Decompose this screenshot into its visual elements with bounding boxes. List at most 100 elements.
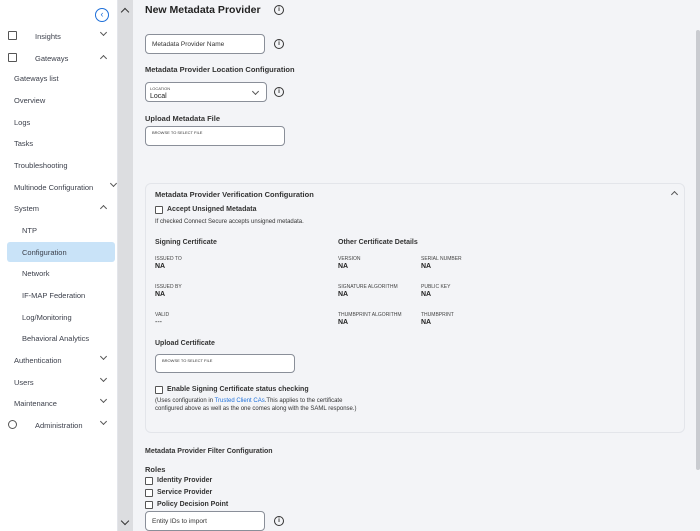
uses-config-line2: configured above as well as the one come… (155, 406, 357, 412)
sidebar-item-system[interactable]: System (0, 198, 117, 218)
main-scrollbar[interactable] (696, 30, 700, 470)
chevron-down-icon (109, 179, 117, 188)
sidebar-item-administration[interactable]: Administration (0, 415, 117, 435)
sidebar-item-label: Users (14, 377, 34, 387)
sidebar-item-multinode[interactable]: Multinode Configuration (0, 177, 117, 197)
info-icon[interactable]: i (274, 516, 284, 526)
upload-cert-heading: Upload Certificate (155, 340, 215, 347)
sidebar-item-label: Maintenance (14, 398, 57, 408)
sidebar-item-label: Network (22, 268, 50, 278)
role-pdp-label: Policy Decision Point (157, 501, 229, 508)
sidebar-item-behavioral-analytics[interactable]: Behavioral Analytics (0, 328, 117, 348)
role-identity-label: Identity Provider (157, 477, 213, 484)
enable-status-checkbox[interactable] (155, 386, 163, 394)
sidebar-item-tasks[interactable]: Tasks (0, 133, 117, 153)
sidebar: ‹ Insights Gateways Gateways list Overvi… (0, 0, 118, 531)
info-icon[interactable]: i (274, 87, 284, 97)
sidebar-item-label: NTP (22, 225, 37, 235)
uses-config-text: (Uses configuration in Trusted Client CA… (155, 398, 342, 404)
info-icon[interactable]: i (274, 5, 284, 15)
browse-cert-field[interactable]: BROWSE TO SELECT FILE (155, 354, 295, 373)
issued-to-value: NA (155, 263, 166, 270)
accept-unsigned-checkbox[interactable] (155, 206, 163, 214)
valid-label: VALID (155, 312, 170, 318)
enable-status-label: Enable Signing Certificate status checki… (167, 386, 309, 393)
sidebar-item-logs[interactable]: Logs (0, 112, 117, 132)
sig-alg-value: NA (338, 291, 349, 298)
public-key-value: NA (421, 291, 432, 298)
sidebar-item-label: Tasks (14, 138, 34, 148)
chevron-down-icon (99, 374, 108, 383)
scroll-down-icon[interactable] (120, 516, 130, 526)
sidebar-item-log-monitoring[interactable]: Log/Monitoring (0, 307, 117, 327)
users-icon (8, 420, 17, 429)
sidebar-item-label: Overview (14, 95, 46, 105)
public-key-label: PUBLIC KEY (421, 284, 451, 290)
scroll-up-icon[interactable] (120, 7, 130, 17)
filter-config-heading: Metadata Provider Filter Configuration (145, 448, 273, 455)
role-service-label: Service Provider (157, 489, 213, 496)
sidebar-item-ntp[interactable]: NTP (0, 220, 117, 240)
sidebar-item-label: Insights (35, 31, 61, 41)
browse-metadata-field[interactable]: BROWSE TO SELECT FILE (145, 126, 285, 146)
sidebar-item-label: Gateways (35, 53, 69, 63)
signing-cert-heading: Signing Certificate (155, 239, 217, 246)
uses-config-prefix: (Uses configuration in (155, 398, 215, 404)
sidebar-item-label: Gateways list (14, 73, 59, 83)
version-value: NA (338, 263, 349, 270)
role-pdp-checkbox[interactable] (145, 501, 153, 509)
location-config-heading: Metadata Provider Location Configuration (145, 65, 295, 74)
sidebar-item-gateways[interactable]: Gateways (0, 48, 117, 68)
sidebar-item-label: Log/Monitoring (22, 312, 72, 322)
role-identity-checkbox[interactable] (145, 477, 153, 485)
accept-unsigned-label: Accept Unsigned Metadata (167, 206, 257, 213)
sidebar-item-configuration[interactable]: Configuration (7, 242, 115, 262)
sidebar-item-gateways-list[interactable]: Gateways list (0, 68, 117, 88)
sidebar-item-ifmap[interactable]: IF-MAP Federation (0, 285, 117, 305)
issued-by-value: NA (155, 291, 166, 298)
chevron-up-icon (99, 204, 108, 213)
sidebar-item-label: Multinode Configuration (14, 182, 94, 192)
uses-config-suffix: .This applies to the certificate (264, 398, 343, 404)
monitor-icon (8, 31, 17, 40)
upload-metadata-heading: Upload Metadata File (145, 114, 221, 123)
sidebar-item-overview[interactable]: Overview (0, 90, 117, 110)
info-icon[interactable]: i (274, 39, 284, 49)
thumb-alg-value: NA (338, 319, 349, 326)
roles-heading: Roles (145, 465, 166, 474)
sidebar-item-label: Authentication (14, 355, 62, 365)
location-select[interactable]: LOCATION Local (145, 82, 267, 102)
entity-ids-field[interactable]: Entity IDs to import (145, 511, 265, 531)
chevron-down-icon (251, 87, 260, 96)
valid-value: --- (155, 319, 162, 326)
accept-unsigned-help: If checked Connect Secure accepts unsign… (155, 219, 304, 225)
sidebar-item-insights[interactable]: Insights (0, 26, 117, 46)
role-service-checkbox[interactable] (145, 489, 153, 497)
sidebar-item-network[interactable]: Network (0, 263, 117, 283)
collapse-section-icon[interactable] (670, 190, 679, 199)
chevron-down-icon (99, 395, 108, 404)
trusted-client-cas-link[interactable]: Trusted Client CAs (215, 398, 265, 404)
version-label: VERSION (338, 256, 361, 262)
page-title: New Metadata Provider (145, 4, 261, 16)
provider-name-field[interactable]: Metadata Provider Name (145, 34, 265, 54)
sidebar-item-label: IF-MAP Federation (22, 290, 86, 300)
collapse-sidebar-icon[interactable]: ‹ (95, 8, 109, 22)
serial-label: SERIAL NUMBER (421, 256, 462, 262)
chevron-down-icon (99, 352, 108, 361)
sidebar-item-users[interactable]: Users (0, 372, 117, 392)
location-value: Local (150, 93, 167, 100)
chevron-down-icon (99, 28, 108, 37)
sidebar-item-authentication[interactable]: Authentication (0, 350, 117, 370)
main-content: New Metadata Provider i Metadata Provide… (133, 0, 700, 531)
sidebar-scrollbar[interactable] (118, 0, 133, 531)
chevron-up-icon (99, 54, 108, 63)
sig-alg-label: SIGNATURE ALGORITHM (338, 284, 398, 290)
sidebar-item-troubleshooting[interactable]: Troubleshooting (0, 155, 117, 175)
sidebar-item-label: Troubleshooting (14, 160, 68, 170)
other-cert-heading: Other Certificate Details (338, 239, 418, 246)
sidebar-item-label: Configuration (22, 247, 67, 257)
thumb-alg-label: THUMBPRINT ALGORITHM (338, 312, 402, 318)
thumbprint-value: NA (421, 319, 432, 326)
sidebar-item-maintenance[interactable]: Maintenance (0, 393, 117, 413)
